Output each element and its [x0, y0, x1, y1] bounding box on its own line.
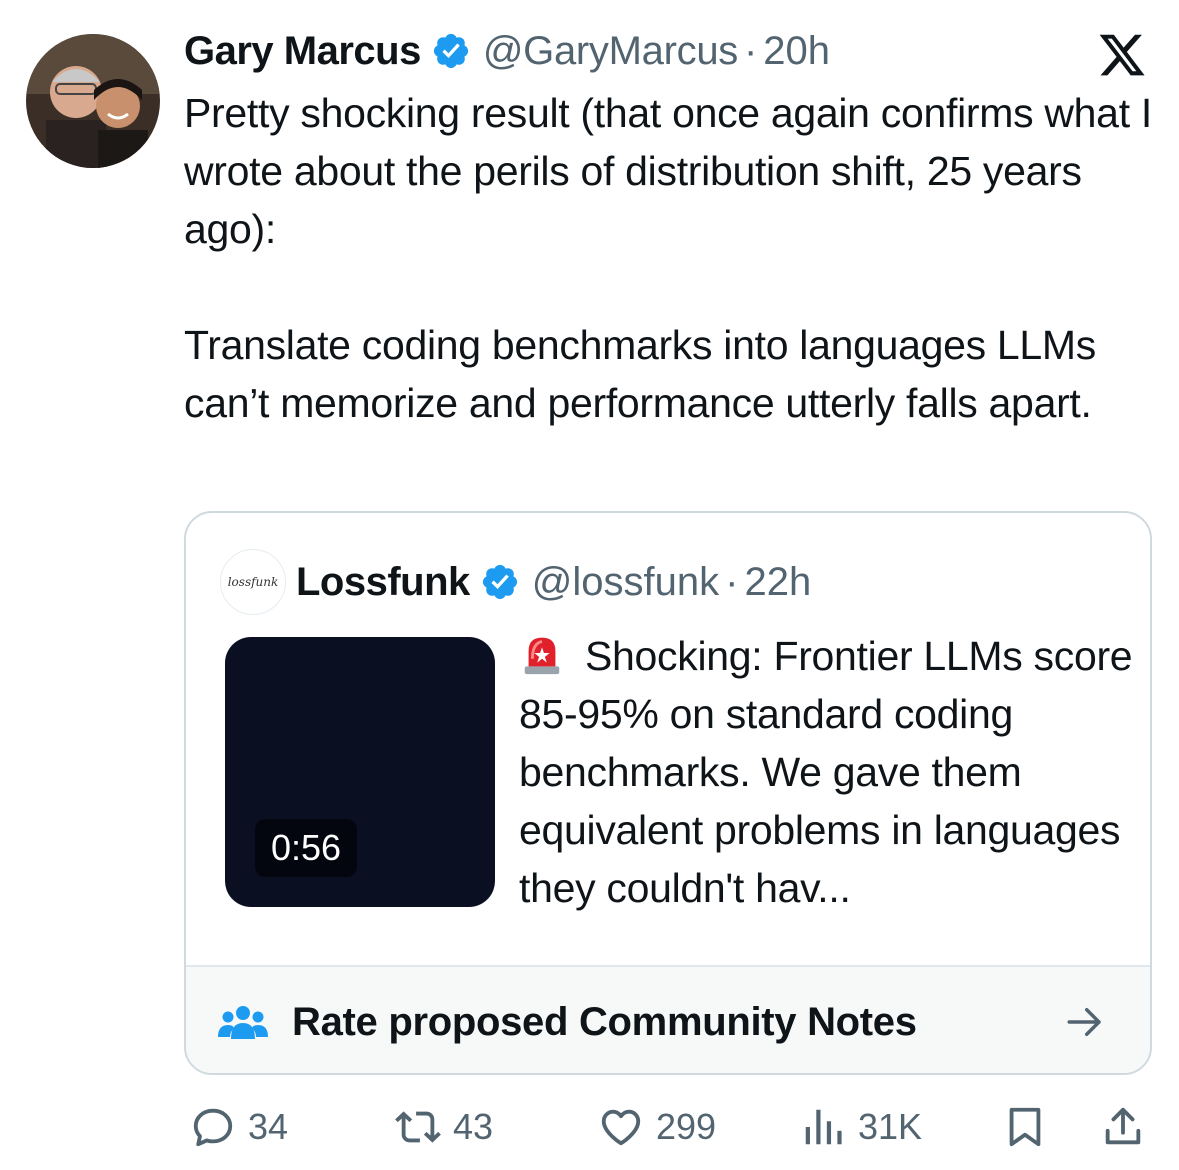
- quoted-tweet-text: Shocking: Frontier LLMs score 85-95% on …: [519, 627, 1139, 917]
- action-bar: 34 43 299 31K: [0, 1092, 1179, 1162]
- quoted-author-name[interactable]: Lossfunk: [296, 560, 470, 605]
- quoted-tweet-timestamp[interactable]: 22h: [744, 560, 811, 605]
- quoted-tweet[interactable]: lossfunk Lossfunk @lossfunk · 22h 0:56 S…: [184, 511, 1152, 1075]
- bookmark-button[interactable]: [1002, 1092, 1048, 1162]
- community-people-icon: [218, 1006, 268, 1039]
- reply-button[interactable]: 34: [190, 1092, 288, 1162]
- arrow-right-icon: [1067, 1008, 1101, 1036]
- quoted-avatar-logo-text: lossfunk: [227, 575, 279, 589]
- share-button[interactable]: [1100, 1092, 1146, 1162]
- views-button[interactable]: 31K: [800, 1092, 922, 1162]
- repost-count: 43: [453, 1106, 494, 1147]
- tweet-text-paragraph-2: Translate coding benchmarks into languag…: [184, 322, 1096, 426]
- heart-icon: [601, 1109, 641, 1146]
- verified-badge-icon: [433, 33, 468, 69]
- video-thumbnail[interactable]: 0:56: [225, 637, 495, 907]
- analytics-icon: [805, 1109, 842, 1145]
- share-icon: [1105, 1107, 1141, 1145]
- author-avatar[interactable]: [26, 34, 160, 168]
- like-count: 299: [656, 1106, 717, 1147]
- reply-count: 34: [248, 1106, 289, 1147]
- separator-dot: ·: [725, 559, 739, 604]
- separator-dot: ·: [743, 28, 758, 73]
- like-button[interactable]: 299: [598, 1092, 716, 1162]
- repost-icon: [395, 1111, 441, 1143]
- author-name[interactable]: Gary Marcus: [184, 29, 421, 74]
- verified-badge-icon: [482, 564, 517, 600]
- reply-icon: [193, 1108, 233, 1147]
- quoted-tweet-body: Shocking: Frontier LLMs score 85-95% on …: [519, 633, 1133, 911]
- tweet-timestamp[interactable]: 20h: [763, 29, 830, 74]
- community-notes-bar[interactable]: Rate proposed Community Notes: [186, 965, 1150, 1073]
- tweet-text-paragraph-1: Pretty shocking result (that once again …: [184, 90, 1152, 252]
- police-light-emoji-icon: [524, 637, 560, 675]
- quoted-author-avatar[interactable]: lossfunk: [220, 549, 286, 615]
- bookmark-icon: [1009, 1107, 1041, 1147]
- quoted-tweet-header: lossfunk Lossfunk @lossfunk · 22h: [220, 549, 811, 615]
- tweet-header: Gary Marcus @GaryMarcus · 20h: [184, 26, 830, 76]
- tweet-text: Pretty shocking result (that once again …: [184, 84, 1159, 432]
- view-count: 31K: [858, 1106, 923, 1147]
- repost-button[interactable]: 43: [395, 1092, 493, 1162]
- video-duration-badge: 0:56: [255, 819, 358, 877]
- author-handle[interactable]: @GaryMarcus: [483, 29, 738, 74]
- quoted-author-handle[interactable]: @lossfunk: [532, 560, 719, 605]
- community-notes-label: Rate proposed Community Notes: [292, 999, 917, 1044]
- x-logo-icon: [1099, 34, 1145, 76]
- author-avatar-photo: [26, 34, 160, 168]
